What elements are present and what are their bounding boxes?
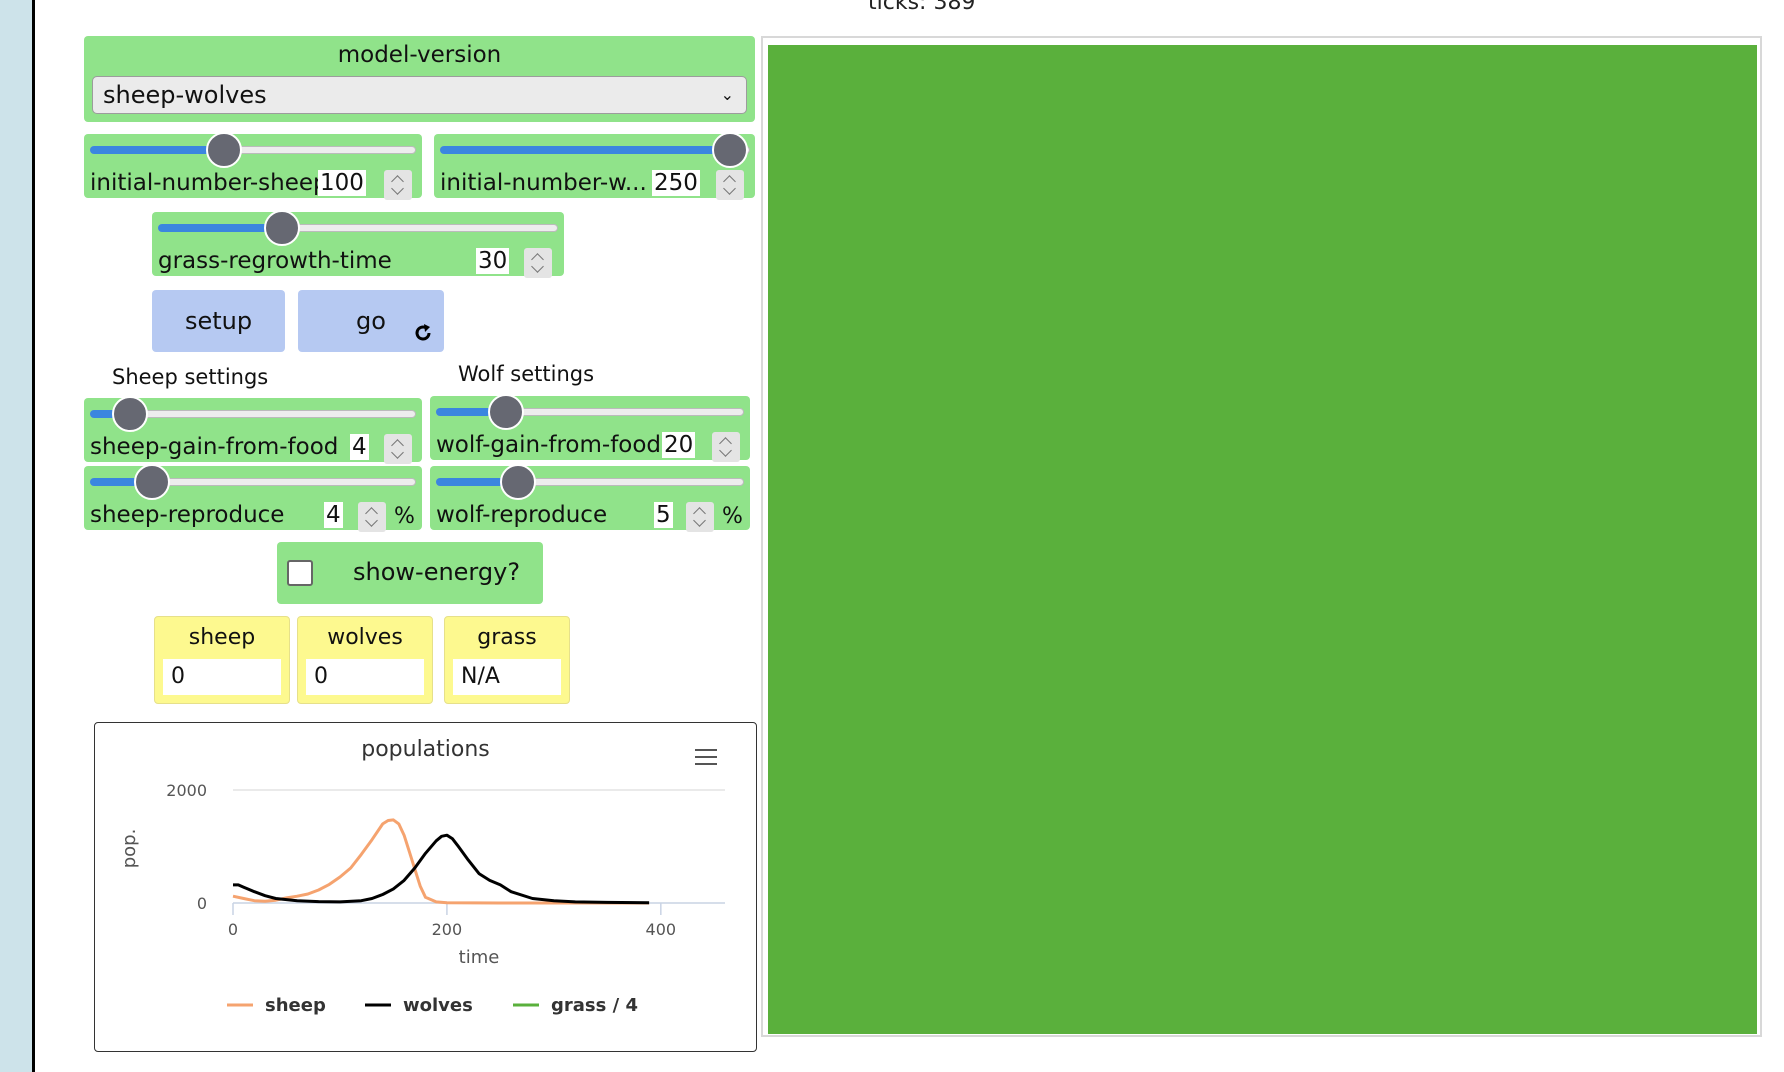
grass-regrowth-time-slider: grass-regrowth-time 30 xyxy=(152,210,564,278)
model-version-select[interactable]: sheep-wolves ⌄ xyxy=(92,76,747,114)
monitor-value: N/A xyxy=(453,659,561,695)
slider-thumb[interactable] xyxy=(500,464,536,500)
stepper-icon[interactable] xyxy=(716,170,744,200)
slider-label: sheep-reproduce xyxy=(90,502,285,528)
wolf-settings-label: Wolf settings xyxy=(458,362,595,386)
y-tick-label: 0 xyxy=(197,894,207,913)
x-tick-label: 0 xyxy=(228,920,238,939)
slider-value-input[interactable]: 4 xyxy=(350,434,369,460)
go-button-label: go xyxy=(356,307,386,335)
setup-button[interactable]: setup xyxy=(152,290,285,352)
model-version-selected: sheep-wolves xyxy=(103,81,267,109)
populations-plot: populations 0 2000 0 200 400 time pop. sheep wol… xyxy=(94,722,757,1052)
stepper-icon[interactable] xyxy=(524,248,552,278)
monitor-label: sheep xyxy=(188,625,256,650)
stepper-icon[interactable] xyxy=(384,434,412,464)
legend-label: wolves xyxy=(403,995,473,1016)
slider-value-input[interactable]: 100 xyxy=(318,170,366,196)
forever-icon xyxy=(415,324,431,341)
go-button[interactable]: go xyxy=(298,290,444,352)
slider-value-input[interactable]: 30 xyxy=(476,248,510,274)
model-version-chooser: model-version sheep-wolves ⌄ xyxy=(84,36,755,122)
stepper-icon[interactable] xyxy=(686,502,714,532)
chevron-down-icon: ⌄ xyxy=(720,85,734,104)
wolves-monitor: wolves 0 xyxy=(297,616,433,704)
sheep-monitor: sheep 0 xyxy=(154,616,290,704)
slider-units: % xyxy=(722,504,743,529)
y-axis-label: pop. xyxy=(119,829,140,869)
monitor-label: grass xyxy=(477,625,537,650)
sheep-gain-from-food-slider: sheep-gain-from-food 4 xyxy=(84,396,422,464)
legend-label: grass / 4 xyxy=(551,995,638,1016)
stepper-icon[interactable] xyxy=(358,502,386,532)
monitor-value: 0 xyxy=(306,659,424,695)
model-version-label: model-version xyxy=(337,42,502,68)
series-line-wolves xyxy=(233,833,650,905)
series-line-sheep xyxy=(232,818,650,905)
monitor-value: 0 xyxy=(163,659,281,695)
slider-thumb[interactable] xyxy=(712,132,748,168)
stepper-icon[interactable] xyxy=(712,432,740,462)
slider-value-input[interactable]: 250 xyxy=(652,170,700,196)
wolf-gain-from-food-slider: wolf-gain-from-food 20 xyxy=(430,394,750,462)
wolf-reproduce-slider: wolf-reproduce 5 % xyxy=(430,464,750,532)
slider-thumb[interactable] xyxy=(206,132,242,168)
slider-label: initial-number-sheep xyxy=(90,170,328,196)
slider-value-input[interactable]: 5 xyxy=(654,502,673,528)
slider-label: wolf-gain-from-food xyxy=(436,432,662,458)
populations-chart: 0 2000 0 200 400 time pop. sheep wolves grass / 4 xyxy=(119,781,725,1016)
slider-label: sheep-gain-from-food xyxy=(90,434,339,460)
slider-thumb[interactable] xyxy=(112,396,148,432)
stepper-icon[interactable] xyxy=(384,170,412,200)
slider-thumb[interactable] xyxy=(134,464,170,500)
show-energy-switch[interactable]: show-energy? xyxy=(277,542,543,604)
sheep-reproduce-slider: sheep-reproduce 4 % xyxy=(84,464,422,532)
slider-thumb[interactable] xyxy=(488,394,524,430)
initial-number-sheep-slider: initial-number-sheep 100 xyxy=(84,132,422,200)
slider-units: % xyxy=(394,504,415,529)
slider-fill xyxy=(440,146,732,154)
slider-label: grass-regrowth-time xyxy=(158,248,392,274)
sheep-settings-label: Sheep settings xyxy=(112,365,269,389)
left-border-strip xyxy=(0,0,32,1072)
slider-label: wolf-reproduce xyxy=(436,502,608,528)
left-divider xyxy=(32,0,35,1072)
initial-number-wolves-slider: initial-number-w... 250 xyxy=(434,132,755,200)
slider-thumb[interactable] xyxy=(264,210,300,246)
x-axis-label: time xyxy=(459,947,500,968)
grass-monitor: grass N/A xyxy=(444,616,570,704)
y-tick-label: 2000 xyxy=(166,781,207,800)
show-energy-label: show-energy? xyxy=(353,558,521,586)
slider-value-input[interactable]: 20 xyxy=(662,432,696,458)
world-view[interactable] xyxy=(768,45,1757,1034)
legend-label: sheep xyxy=(265,995,326,1016)
x-tick-label: 400 xyxy=(646,920,677,939)
monitor-label: wolves xyxy=(327,625,403,650)
slider-label: initial-number-w... xyxy=(440,170,647,196)
slider-value-input[interactable]: 4 xyxy=(324,502,343,528)
show-energy-checkbox[interactable] xyxy=(287,560,313,586)
ticks-counter: ticks: 389 xyxy=(868,0,976,15)
x-tick-label: 200 xyxy=(432,920,463,939)
